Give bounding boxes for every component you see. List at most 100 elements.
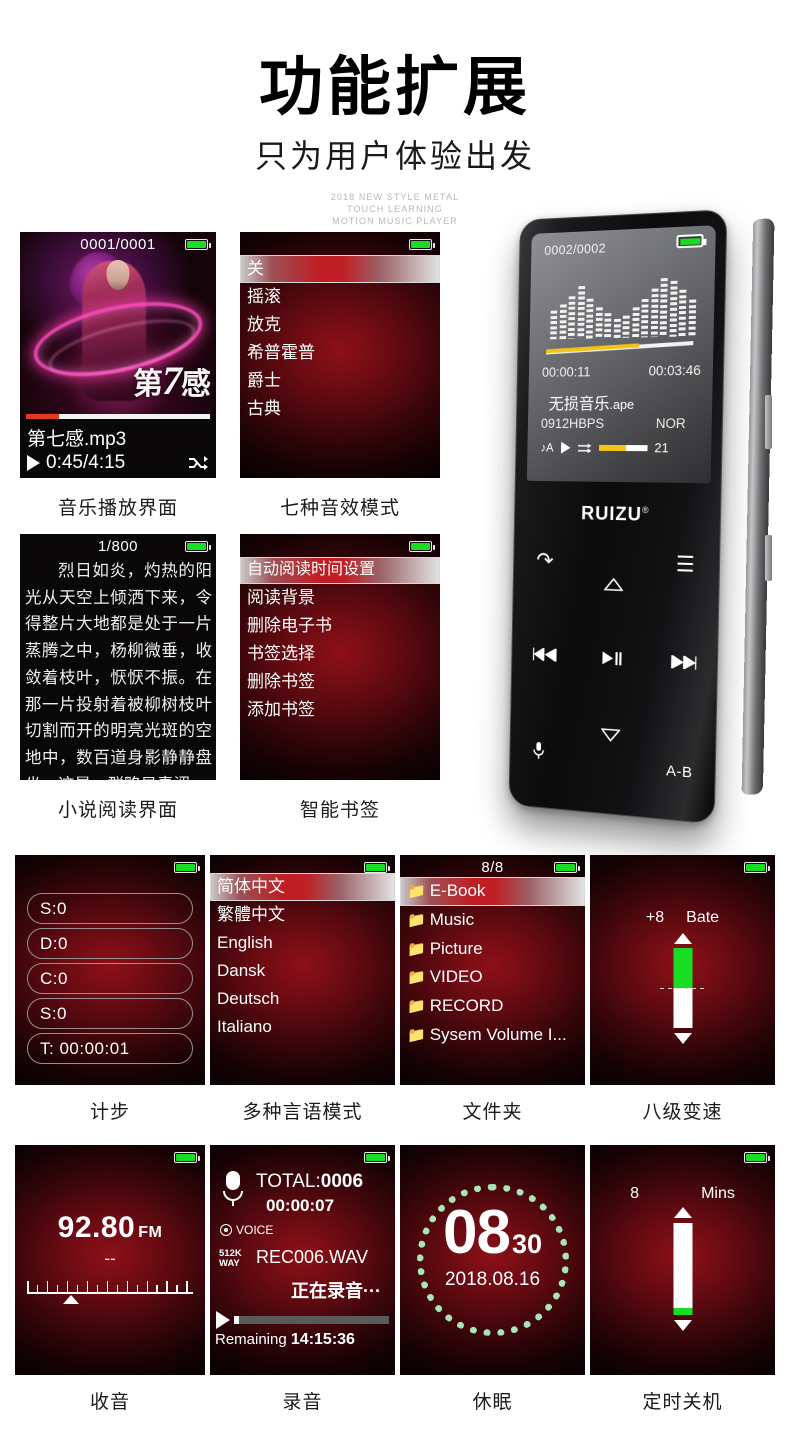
folder-item-label: Sysem Volume I... xyxy=(429,1024,567,1044)
device-duration: 00:03:46 xyxy=(648,362,701,379)
next-track-icon[interactable] xyxy=(671,655,697,675)
page-subtitle: 只为用户体验出发 xyxy=(254,138,535,175)
tagline-line-1: 2018 NEW STYLE METAL xyxy=(330,192,460,203)
fm-station-name: -- xyxy=(104,1249,116,1268)
bookmark-item-select-bookmark[interactable]: 书签选择 xyxy=(240,640,440,668)
device-side-button-lower[interactable] xyxy=(765,535,772,581)
up-arrow-icon[interactable] xyxy=(604,578,624,597)
bookmark-menu-list: 自动阅读时间设置 阅读背景 删除电子书 书签选择 删除书签 添加书签 xyxy=(240,557,440,724)
back-icon[interactable]: ↷ xyxy=(536,548,554,574)
battery-icon xyxy=(185,541,211,552)
device-side-button-upper[interactable] xyxy=(765,395,772,449)
record-source-icon xyxy=(220,1224,232,1236)
language-item-dansk[interactable]: Dansk xyxy=(210,957,395,985)
folder-item-label: Picture xyxy=(429,938,483,958)
music-transport-row: 0:45/4:15 xyxy=(27,452,208,474)
pedometer-row-speed: S:0 xyxy=(27,998,193,1029)
page-header: 功能扩展 只为用户体验出发 2018 NEW STYLE METAL TOUCH… xyxy=(0,0,790,228)
previous-track-icon[interactable] xyxy=(532,648,557,667)
caption-pedometer: 计步 xyxy=(89,1102,130,1123)
eq-item-jazz[interactable]: 爵士 xyxy=(240,367,440,395)
speed-up-arrow-icon[interactable] xyxy=(673,933,692,944)
pedometer-row-distance: D:0 xyxy=(27,928,193,959)
caption-fm-radio: 收音 xyxy=(89,1392,130,1413)
battery-icon xyxy=(554,862,580,873)
play-icon[interactable] xyxy=(216,1311,230,1329)
folder-icon: 📁 xyxy=(407,969,426,987)
folder-icon: 📁 xyxy=(407,940,426,958)
bookmark-item-add-bookmark[interactable]: 添加书签 xyxy=(240,696,440,724)
clock-time: 0830 xyxy=(400,1202,585,1264)
folder-item-system-volume[interactable]: 📁 Sysem Volume I... xyxy=(400,1021,585,1050)
recorder-bitrate: 512K WAY xyxy=(219,1249,242,1269)
eq-item-funk[interactable]: 放克 xyxy=(240,311,440,339)
speed-value: +8 xyxy=(645,909,665,926)
language-item-italiano[interactable]: Italiano xyxy=(210,1013,395,1041)
device-progress-bar[interactable] xyxy=(546,341,694,355)
bookmark-item-read-background[interactable]: 阅读背景 xyxy=(240,584,440,612)
product-device-render: 0002/0002 00:00:11 00:03:46 无损音乐.ape 091… xyxy=(494,205,775,830)
recorder-source-label: VOICE xyxy=(236,1223,274,1237)
play-pause-icon[interactable] xyxy=(602,651,622,670)
language-item-traditional-chinese[interactable]: 繁體中文 xyxy=(210,901,395,929)
play-icon[interactable] xyxy=(27,455,40,471)
device-body: 0002/0002 00:00:11 00:03:46 无损音乐.ape 091… xyxy=(508,209,728,825)
sleep-timer-slider-track[interactable] xyxy=(673,1223,692,1315)
device-volume-bar[interactable] xyxy=(598,444,648,451)
device-status-row: ♪A 21 xyxy=(540,440,699,456)
battery-icon xyxy=(676,233,704,249)
folder-list: 📁 E-Book 📁 Music 📁 Picture 📁 VIDEO 📁 RECORD 📁… xyxy=(400,877,585,1050)
bookmark-item-auto-read-time[interactable]: 自动阅读时间设置 xyxy=(240,557,440,584)
ab-repeat-button[interactable]: A-B xyxy=(666,762,693,781)
recorder-total-value: 0006 xyxy=(320,1171,364,1192)
language-item-deutsch[interactable]: Deutsch xyxy=(210,985,395,1013)
bookmark-item-delete-ebook[interactable]: 删除电子书 xyxy=(240,612,440,640)
folder-item-label: E-Book xyxy=(429,881,486,900)
caption-language-select: 多种言语模式 xyxy=(242,1102,363,1123)
album-art: 第7感 xyxy=(20,232,216,416)
repeat-a-icon: ♪A xyxy=(540,440,554,455)
screen-sleep-timer: 8 Mins xyxy=(590,1145,775,1375)
eq-mode-list: 关 摇滚 放克 希普霍普 爵士 古典 xyxy=(240,255,440,423)
language-item-simplified-chinese[interactable]: 简体中文 xyxy=(210,873,395,902)
device-side-metal xyxy=(741,217,775,795)
battery-icon xyxy=(185,239,211,250)
fm-tuning-cursor[interactable] xyxy=(63,1295,79,1304)
album-logo-seven: 7 xyxy=(162,358,182,403)
sleep-timer-up-arrow-icon[interactable] xyxy=(673,1207,692,1218)
eq-item-rock[interactable]: 摇滚 xyxy=(240,283,440,311)
spectrum-analyzer xyxy=(550,273,697,340)
speed-down-arrow-icon[interactable] xyxy=(673,1033,692,1044)
language-item-english[interactable]: English xyxy=(210,929,395,957)
bookmark-item-delete-bookmark[interactable]: 删除书签 xyxy=(240,668,440,696)
screen-bookmark-menu: 自动阅读时间设置 阅读背景 删除电子书 书签选择 删除书签 添加书签 xyxy=(240,534,440,780)
folder-item-music[interactable]: 📁 Music xyxy=(400,906,585,935)
caption-sleep-timer: 定时关机 xyxy=(642,1392,723,1413)
sleep-timer-unit: Mins xyxy=(701,1185,735,1202)
battery-icon xyxy=(364,862,390,873)
recorder-total-label: TOTAL: xyxy=(256,1171,321,1192)
eq-item-off[interactable]: 关 xyxy=(240,255,440,284)
caption-music-player: 音乐播放界面 xyxy=(57,498,178,519)
recorder-progress-bar[interactable] xyxy=(234,1316,389,1324)
device-bitrate: 0912HBPS xyxy=(540,416,605,431)
caption-sleep-clock: 休眠 xyxy=(472,1392,513,1413)
fm-tuning-scale[interactable] xyxy=(27,1278,193,1294)
recorder-source: VOICE xyxy=(220,1223,273,1237)
music-progress-bar[interactable] xyxy=(26,414,210,420)
folder-item-video[interactable]: 📁 VIDEO xyxy=(400,963,585,992)
shuffle-icon[interactable] xyxy=(188,456,208,470)
microphone-icon[interactable] xyxy=(532,741,545,767)
folder-item-ebook[interactable]: 📁 E-Book xyxy=(400,877,585,906)
speed-unit: Bate xyxy=(686,909,720,926)
screen-fm-radio: 92.80 FM -- xyxy=(15,1145,205,1375)
language-list: 简体中文 繁體中文 English Dansk Deutsch Italiano xyxy=(210,873,395,1041)
sleep-timer-down-arrow-icon[interactable] xyxy=(673,1320,692,1331)
menu-icon[interactable]: ☰ xyxy=(676,552,695,578)
album-logo-suffix: 感 xyxy=(181,368,211,401)
folder-item-picture[interactable]: 📁 Picture xyxy=(400,935,585,964)
folder-item-record[interactable]: 📁 RECORD xyxy=(400,992,585,1021)
eq-item-classical[interactable]: 古典 xyxy=(240,395,440,423)
eq-item-hiphop[interactable]: 希普霍普 xyxy=(240,339,440,367)
down-arrow-icon[interactable] xyxy=(601,728,621,747)
